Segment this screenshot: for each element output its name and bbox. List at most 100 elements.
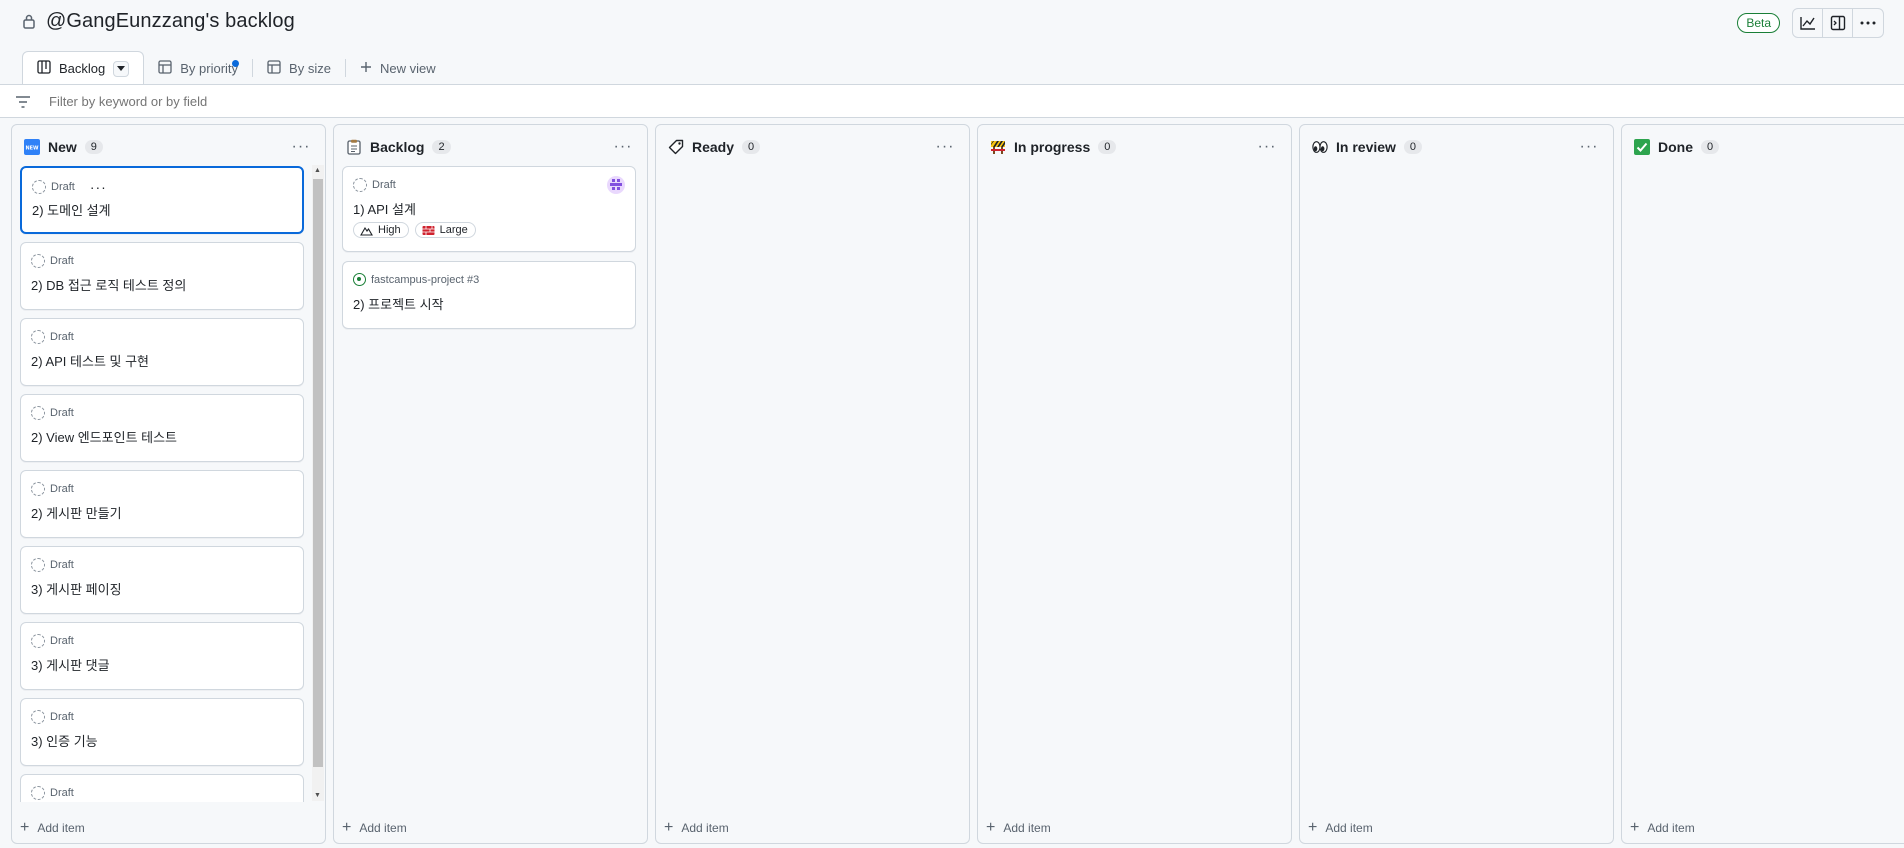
- column-title: Ready: [692, 139, 735, 155]
- size-label[interactable]: Large: [414, 222, 476, 238]
- project-header: @GangEunzzang's backlog Beta Backlog By …: [0, 0, 1904, 85]
- card-type: Draft: [50, 559, 74, 571]
- table-icon: [267, 60, 281, 77]
- draft-icon: [31, 482, 45, 496]
- more-options-icon[interactable]: [1853, 9, 1883, 37]
- column-new: NEW New 9 ··· Draft ··· 2) 도메인 설계 Draft 2…: [11, 124, 326, 844]
- board-icon: [37, 60, 51, 77]
- tab-label: By size: [289, 61, 331, 76]
- header-button-group: [1792, 8, 1884, 38]
- card[interactable]: Draft 3) 인증 기능: [20, 698, 304, 766]
- card[interactable]: Draft: [20, 774, 304, 802]
- view-tabs: Backlog By priority By size New view: [22, 51, 450, 85]
- add-item-label: Add item: [1325, 821, 1373, 835]
- add-item-button[interactable]: + Add item: [1630, 820, 1695, 836]
- card-title[interactable]: 2) API 테스트 및 구현: [31, 351, 149, 370]
- plus-icon: [360, 61, 372, 76]
- draft-icon: [32, 180, 46, 194]
- column-scrollbar[interactable]: ▲ ▼: [312, 165, 324, 801]
- scroll-thumb[interactable]: [313, 179, 323, 767]
- issue-reference[interactable]: fastcampus-project #3: [371, 274, 479, 286]
- draft-icon: [31, 786, 45, 800]
- column-header: NEW New 9 ···: [24, 135, 313, 159]
- card-title[interactable]: 1) API 설계: [353, 199, 416, 218]
- add-item-button[interactable]: + Add item: [1308, 820, 1373, 836]
- column-header: Done 0: [1634, 135, 1903, 159]
- column-header: Ready 0 ···: [668, 135, 957, 159]
- card-title[interactable]: 2) 도메인 설계: [32, 200, 111, 219]
- card[interactable]: Draft 2) DB 접근 로직 테스트 정의: [20, 242, 304, 310]
- filter-input[interactable]: [49, 93, 649, 109]
- card[interactable]: Draft 2) View 엔드포인트 테스트: [20, 394, 304, 462]
- insights-icon[interactable]: [1793, 9, 1823, 37]
- card-type: Draft: [50, 635, 74, 647]
- bricks-icon: [422, 225, 435, 235]
- column-menu-button[interactable]: ···: [289, 135, 313, 159]
- avatar[interactable]: [607, 176, 625, 194]
- card[interactable]: Draft 2) 게시판 만들기: [20, 470, 304, 538]
- side-panel-icon[interactable]: [1823, 9, 1853, 37]
- column-menu-button[interactable]: ···: [1255, 135, 1279, 159]
- card-title[interactable]: 3) 게시판 페이징: [31, 579, 122, 598]
- plus-icon: +: [20, 819, 30, 836]
- mountain-icon: [360, 226, 373, 236]
- scroll-down-arrow-icon[interactable]: ▼: [314, 792, 321, 799]
- open-issue-icon: [353, 273, 366, 286]
- column-count: 0: [1098, 140, 1117, 154]
- card-title[interactable]: 3) 인증 기능: [31, 731, 98, 750]
- column-title: New: [48, 139, 77, 155]
- card[interactable]: Draft 1) API 설계 High Large: [342, 166, 636, 252]
- column-ready: Ready 0 ··· + Add item: [655, 124, 970, 844]
- card-menu-button[interactable]: ···: [90, 179, 107, 195]
- card-meta: Draft: [31, 254, 74, 268]
- card-title[interactable]: 2) View 엔드포인트 테스트: [31, 427, 177, 446]
- column-backlog: Backlog 2 ··· Draft 1) API 설계 High Large…: [333, 124, 648, 844]
- card-type: Draft: [50, 787, 74, 799]
- card-type: Draft: [50, 483, 74, 495]
- card[interactable]: Draft 2) API 테스트 및 구현: [20, 318, 304, 386]
- add-item-button[interactable]: + Add item: [20, 819, 85, 836]
- card-title[interactable]: 2) 게시판 만들기: [31, 503, 122, 522]
- plus-icon: +: [664, 819, 674, 836]
- eyes-emoji-icon: [1312, 139, 1328, 155]
- column-menu-button[interactable]: ···: [933, 135, 957, 159]
- tab-options-button[interactable]: [113, 60, 130, 77]
- scroll-up-arrow-icon[interactable]: ▲: [314, 167, 321, 174]
- tab-by-priority[interactable]: By priority: [144, 52, 252, 85]
- column-count: 0: [742, 140, 761, 154]
- card-title[interactable]: 2) DB 접근 로직 테스트 정의: [31, 275, 186, 294]
- card[interactable]: Draft 3) 게시판 페이징: [20, 546, 304, 614]
- draft-icon: [31, 254, 45, 268]
- priority-label[interactable]: High: [353, 222, 409, 238]
- add-item-button[interactable]: + Add item: [342, 820, 407, 836]
- card-meta: Draft ···: [32, 179, 107, 195]
- tab-label: By priority: [180, 61, 239, 76]
- card[interactable]: fastcampus-project #3 2) 프로젝트 시작: [342, 261, 636, 329]
- column-header: In review 0 ···: [1312, 135, 1601, 159]
- add-item-button[interactable]: + Add item: [664, 819, 729, 836]
- card-type: Draft: [50, 255, 74, 267]
- beta-badge[interactable]: Beta: [1737, 13, 1780, 33]
- header-actions: Beta: [1737, 8, 1884, 38]
- card[interactable]: Draft 3) 게시판 댓글: [20, 622, 304, 690]
- column-menu-button[interactable]: ···: [1577, 135, 1601, 159]
- card[interactable]: Draft ··· 2) 도메인 설계: [20, 166, 304, 234]
- card-meta: Draft: [353, 178, 396, 192]
- card-title[interactable]: 2) 프로젝트 시작: [353, 294, 444, 313]
- tab-backlog[interactable]: Backlog: [22, 51, 145, 85]
- unsaved-changes-dot: [232, 60, 240, 67]
- draft-icon: [353, 178, 367, 192]
- column-menu-button[interactable]: ···: [611, 135, 635, 159]
- card-meta: Draft: [31, 786, 74, 800]
- card-type: Draft: [372, 179, 396, 191]
- card-meta: fastcampus-project #3: [353, 273, 479, 286]
- new-view-button[interactable]: New view: [346, 52, 450, 85]
- column-in-review: In review 0 ··· + Add item: [1299, 124, 1614, 844]
- tab-by-size[interactable]: By size: [253, 52, 345, 85]
- add-item-label: Add item: [1003, 821, 1051, 835]
- table-icon: [158, 60, 172, 77]
- add-item-button[interactable]: + Add item: [986, 820, 1051, 836]
- card-meta: Draft: [31, 634, 74, 648]
- column-title: Done: [1658, 139, 1693, 155]
- card-title[interactable]: 3) 게시판 댓글: [31, 655, 110, 674]
